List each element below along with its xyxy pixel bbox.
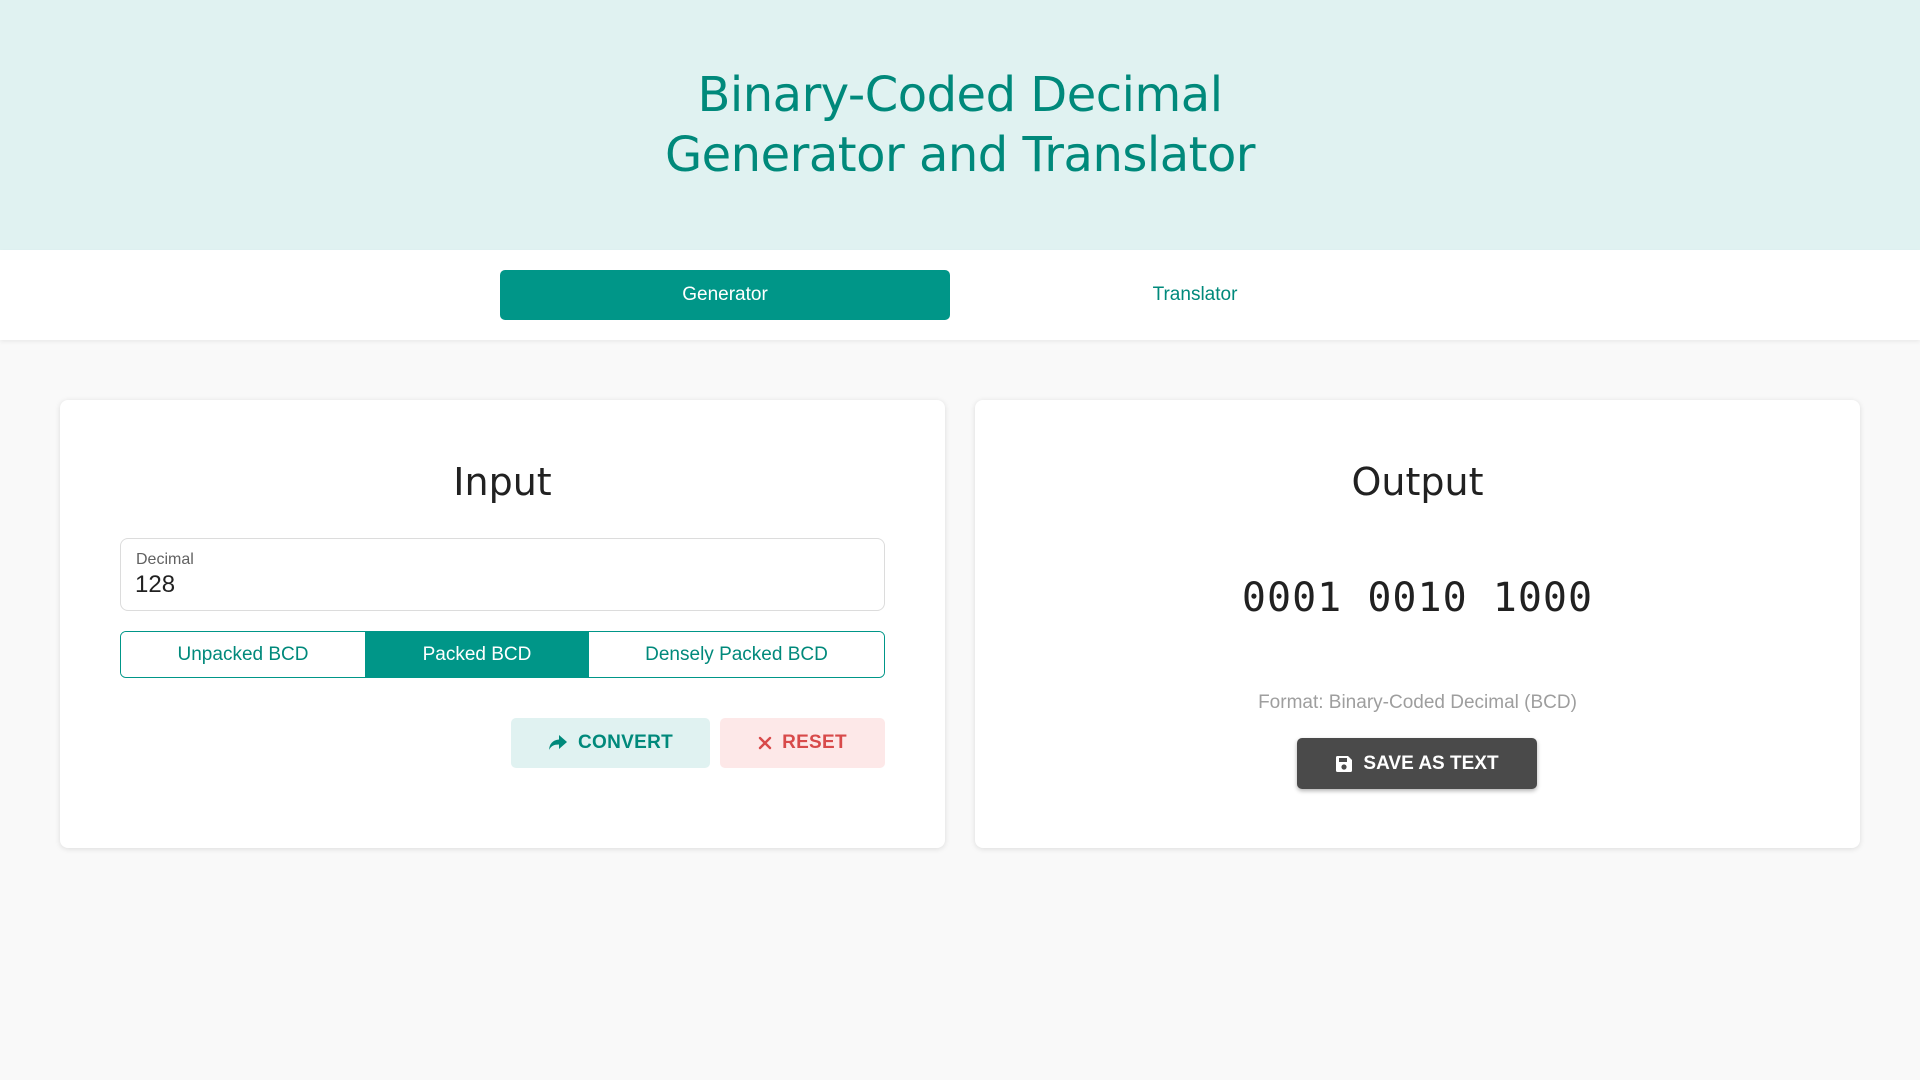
save-as-text-label: SAVE AS TEXT xyxy=(1363,752,1499,774)
floppy-disk-icon xyxy=(1335,755,1353,773)
mode-packed-bcd[interactable]: Packed BCD xyxy=(365,632,588,677)
decimal-field-label: Decimal xyxy=(136,551,194,568)
decimal-input[interactable] xyxy=(135,571,865,599)
close-icon xyxy=(758,736,772,750)
tab-translator[interactable]: Translator xyxy=(970,270,1420,320)
mode-densely-packed-bcd[interactable]: Densely Packed BCD xyxy=(588,632,884,677)
page-header: Binary-Coded Decimal Generator and Trans… xyxy=(0,0,1920,250)
output-heading: Output xyxy=(1351,460,1484,504)
output-format-text: Format: Binary-Coded Decimal (BCD) xyxy=(1258,692,1577,713)
input-heading: Input xyxy=(453,460,552,504)
bcd-mode-selector: Unpacked BCD Packed BCD Densely Packed B… xyxy=(120,631,885,678)
save-as-text-button[interactable]: SAVE AS TEXT xyxy=(1297,738,1537,789)
page-title-line-1: Binary-Coded Decimal xyxy=(697,67,1223,123)
page-title-line-2: Generator and Translator xyxy=(664,127,1256,183)
decimal-field[interactable]: Decimal xyxy=(120,538,885,611)
tab-generator[interactable]: Generator xyxy=(500,270,950,320)
tab-bar: Generator Translator xyxy=(0,250,1920,340)
convert-button[interactable]: CONVERT xyxy=(511,718,710,768)
input-card: Input Decimal Unpacked BCD Packed BCD De… xyxy=(60,400,945,848)
reset-button-label: RESET xyxy=(782,732,847,753)
mode-unpacked-bcd[interactable]: Unpacked BCD xyxy=(121,632,365,677)
page-title: Binary-Coded Decimal Generator and Trans… xyxy=(664,65,1256,185)
output-card: Output 0001 0010 1000 Format: Binary-Cod… xyxy=(975,400,1860,848)
convert-button-label: CONVERT xyxy=(578,732,673,753)
output-value: 0001 0010 1000 xyxy=(1241,575,1594,621)
reset-button[interactable]: RESET xyxy=(720,718,885,768)
share-arrow-icon xyxy=(548,734,568,752)
